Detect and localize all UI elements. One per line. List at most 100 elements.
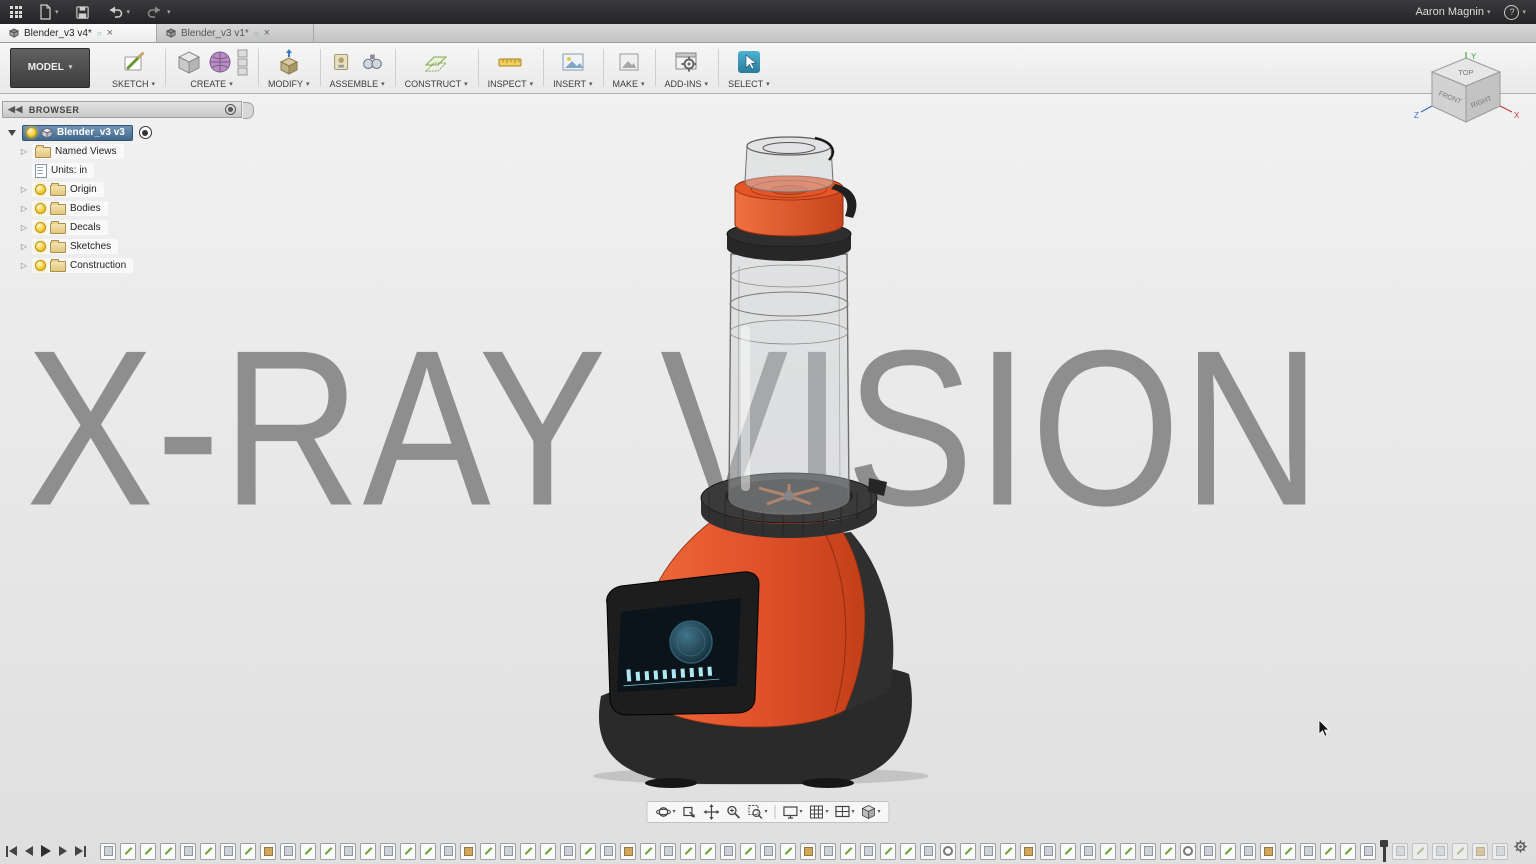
workspace-switcher[interactable]: MODEL ▾ <box>10 48 90 88</box>
ribbon-group-assemble[interactable]: ASSEMBLE▾ <box>320 42 395 93</box>
undo-button[interactable]: ▾ <box>106 5 131 19</box>
timeline-box-feature-icon[interactable] <box>1260 843 1276 860</box>
ribbon-group-inspect[interactable]: INSPECT▾ <box>478 42 544 93</box>
blender-model[interactable] <box>583 126 928 791</box>
visibility-bulb-icon[interactable] <box>35 222 46 233</box>
create-flyout-stack-icon[interactable] <box>237 48 248 76</box>
document-tab[interactable]: Blender_v3 v1*○× <box>157 24 314 42</box>
timeline-doc-feature-icon[interactable] <box>560 843 576 860</box>
timeline-sketch-feature-icon[interactable] <box>640 843 656 860</box>
timeline-doc-feature-icon[interactable] <box>660 843 676 860</box>
browser-item-construction[interactable]: ▷Construction <box>6 256 242 275</box>
timeline-sketch-feature-icon[interactable] <box>1000 843 1016 860</box>
timeline-box-feature-icon[interactable] <box>1472 843 1488 860</box>
timeline-sketch-feature-icon[interactable] <box>520 843 536 860</box>
timeline-sketch-feature-icon[interactable] <box>140 843 156 860</box>
expand-closed-icon[interactable]: ▷ <box>20 223 28 232</box>
expand-open-icon[interactable] <box>8 130 16 136</box>
timeline-sketch-feature-icon[interactable] <box>420 843 436 860</box>
user-menu[interactable]: Aaron Magnin ▾ <box>1415 6 1490 18</box>
tab-close-icon[interactable]: × <box>264 27 270 39</box>
browser-item-units-in[interactable]: Units: in <box>6 161 242 180</box>
timeline-doc-feature-icon[interactable] <box>180 843 196 860</box>
browser-item-decals[interactable]: ▷Decals <box>6 218 242 237</box>
expand-closed-icon[interactable]: ▷ <box>20 261 28 270</box>
timeline-sketch-feature-icon[interactable] <box>900 843 916 860</box>
timeline-sketch-feature-icon[interactable] <box>840 843 856 860</box>
activate-component-icon[interactable] <box>139 126 152 139</box>
timeline-doc-feature-icon[interactable] <box>440 843 456 860</box>
timeline-sketch-feature-icon[interactable] <box>1120 843 1136 860</box>
tab-close-icon[interactable]: × <box>107 27 113 39</box>
timeline-doc-feature-icon[interactable] <box>1200 843 1216 860</box>
timeline-box-feature-icon[interactable] <box>260 843 276 860</box>
timeline-sketch-feature-icon[interactable] <box>680 843 696 860</box>
timeline-sketch-feature-icon[interactable] <box>1100 843 1116 860</box>
collapse-panel-icon[interactable]: ◀◀ <box>8 104 23 115</box>
fit-button[interactable]: ▾ <box>744 803 770 821</box>
timeline-sketch-feature-icon[interactable] <box>1320 843 1336 860</box>
timeline-settings-button[interactable] <box>1513 839 1528 859</box>
redo-button[interactable]: ▾ <box>146 5 171 19</box>
browser-item-named-views[interactable]: ▷Named Views <box>6 142 242 161</box>
timeline-doc-feature-icon[interactable] <box>980 843 996 860</box>
timeline-sketch-feature-icon[interactable] <box>1280 843 1296 860</box>
timeline-doc-feature-icon[interactable] <box>860 843 876 860</box>
timeline-sketch-feature-icon[interactable] <box>780 843 796 860</box>
timeline-sketch-feature-icon[interactable] <box>240 843 256 860</box>
create-form-icon[interactable] <box>206 48 234 76</box>
visibility-bulb-icon[interactable] <box>35 241 46 252</box>
timeline-sketch-feature-icon[interactable] <box>960 843 976 860</box>
step-back-button[interactable] <box>25 846 33 856</box>
timeline-box-feature-icon[interactable] <box>800 843 816 860</box>
save-button[interactable] <box>75 5 90 20</box>
create-sketch-icon[interactable] <box>120 48 148 76</box>
visual-style-button[interactable]: ▾ <box>858 803 884 821</box>
timeline-doc-feature-icon[interactable] <box>1392 843 1408 860</box>
timeline-sketch-feature-icon[interactable] <box>360 843 376 860</box>
timeline-doc-feature-icon[interactable] <box>1432 843 1448 860</box>
new-component-icon[interactable] <box>330 48 356 76</box>
viewcube[interactable]: Y TOP FRONT RIGHT X Z <box>1414 50 1522 135</box>
timeline-sketch-feature-icon[interactable] <box>480 843 496 860</box>
ribbon-group-insert[interactable]: INSERT▾ <box>543 42 602 93</box>
timeline-sketch-feature-icon[interactable] <box>1340 843 1356 860</box>
ribbon-group-make[interactable]: MAKE▾ <box>603 42 655 93</box>
select-icon[interactable] <box>735 48 763 76</box>
timeline-sketch-feature-icon[interactable] <box>1060 843 1076 860</box>
document-tab[interactable]: Blender_v3 v4*○× <box>0 24 157 42</box>
timeline-doc-feature-icon[interactable] <box>100 843 116 860</box>
browser-item-bodies[interactable]: ▷Bodies <box>6 199 242 218</box>
skip-to-start-button[interactable] <box>6 846 17 857</box>
timeline-sketch-feature-icon[interactable] <box>1412 843 1428 860</box>
timeline-doc-feature-icon[interactable] <box>500 843 516 860</box>
viewports-button[interactable]: ▾ <box>832 803 858 821</box>
ribbon-group-select[interactable]: SELECT▾ <box>718 42 780 93</box>
app-grid-icon[interactable] <box>10 6 22 18</box>
timeline-doc-feature-icon[interactable] <box>1360 843 1376 860</box>
timeline-doc-feature-icon[interactable] <box>1040 843 1056 860</box>
timeline-doc-feature-icon[interactable] <box>340 843 356 860</box>
display-settings-button[interactable]: ▾ <box>779 803 805 821</box>
timeline-doc-feature-icon[interactable] <box>1492 843 1508 860</box>
timeline-sketch-feature-icon[interactable] <box>700 843 716 860</box>
visibility-bulb-icon[interactable] <box>26 127 37 138</box>
joint-icon[interactable] <box>359 48 385 76</box>
timeline-sketch-feature-icon[interactable] <box>740 843 756 860</box>
timeline-box-feature-icon[interactable] <box>460 843 476 860</box>
expand-closed-icon[interactable]: ▷ <box>20 242 28 251</box>
construction-plane-icon[interactable] <box>422 48 450 76</box>
timeline-doc-feature-icon[interactable] <box>1300 843 1316 860</box>
timeline-doc-feature-icon[interactable] <box>1240 843 1256 860</box>
expand-closed-icon[interactable]: ▷ <box>20 204 28 213</box>
browser-item-origin[interactable]: ▷Origin <box>6 180 242 199</box>
ribbon-group-modify[interactable]: MODIFY▾ <box>258 42 320 93</box>
timeline-gear-feature-icon[interactable] <box>940 843 956 860</box>
timeline-doc-feature-icon[interactable] <box>280 843 296 860</box>
visibility-bulb-icon[interactable] <box>35 184 46 195</box>
expand-closed-icon[interactable]: ▷ <box>20 147 28 156</box>
visibility-bulb-icon[interactable] <box>35 260 46 271</box>
ribbon-group-addins[interactable]: ADD-INS▾ <box>655 42 719 93</box>
insert-image-icon[interactable] <box>559 48 587 76</box>
browser-target-icon[interactable] <box>225 104 236 115</box>
